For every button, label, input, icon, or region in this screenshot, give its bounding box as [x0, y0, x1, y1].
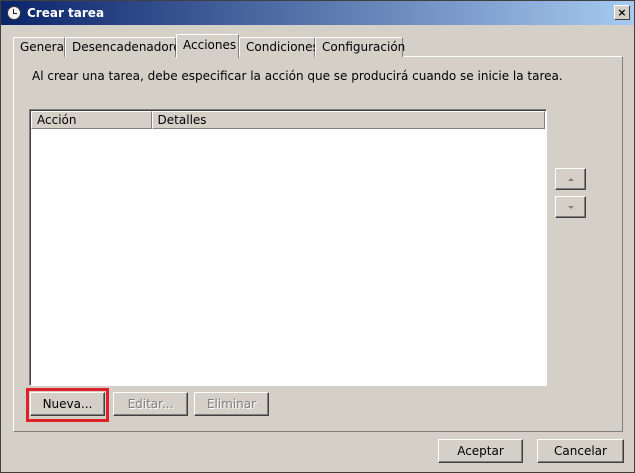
- ok-button[interactable]: Aceptar: [438, 439, 523, 463]
- tab-label: Configuración: [322, 40, 406, 54]
- tab-actions[interactable]: Acciones: [176, 34, 239, 58]
- button-label: Nueva...: [42, 397, 93, 411]
- column-label: Acción: [37, 113, 77, 127]
- tab-settings[interactable]: Configuración: [315, 37, 406, 57]
- arrow-up-icon: [567, 177, 574, 181]
- create-task-dialog: Crear tarea × General Desencadenadores A…: [0, 0, 635, 473]
- clock-icon: [7, 6, 21, 20]
- tab-label: Acciones: [183, 38, 237, 52]
- column-label: Detalles: [157, 113, 207, 127]
- column-header-action[interactable]: Acción: [31, 111, 152, 129]
- tab-label: General: [20, 40, 68, 54]
- title-bar[interactable]: Crear tarea ×: [1, 1, 634, 25]
- window-title: Crear tarea: [27, 6, 105, 20]
- delete-action-button[interactable]: Eliminar: [194, 392, 269, 416]
- tab-label: Desencadenadores: [72, 40, 188, 54]
- close-button[interactable]: ×: [614, 5, 630, 20]
- column-header-details[interactable]: Detalles: [151, 111, 545, 129]
- arrow-down-icon: [567, 205, 574, 209]
- button-label: Cancelar: [554, 444, 607, 458]
- button-label: Editar...: [127, 397, 174, 411]
- tab-label: Condiciones: [246, 40, 319, 54]
- tab-triggers[interactable]: Desencadenadores: [65, 37, 187, 57]
- button-label: Eliminar: [206, 397, 257, 411]
- move-down-button[interactable]: [555, 196, 586, 218]
- edit-action-button[interactable]: Editar...: [113, 392, 188, 416]
- tab-conditions[interactable]: Condiciones: [239, 37, 319, 57]
- cancel-button[interactable]: Cancelar: [537, 439, 624, 463]
- actions-list[interactable]: Acción Detalles: [29, 109, 547, 386]
- tab-general[interactable]: General: [13, 37, 68, 57]
- list-header: Acción Detalles: [31, 111, 545, 129]
- new-action-button[interactable]: Nueva...: [30, 392, 105, 416]
- actions-description: Al crear una tarea, debe especificar la …: [32, 69, 563, 83]
- close-icon: ×: [617, 6, 627, 19]
- button-label: Aceptar: [457, 444, 504, 458]
- move-up-button[interactable]: [555, 168, 586, 190]
